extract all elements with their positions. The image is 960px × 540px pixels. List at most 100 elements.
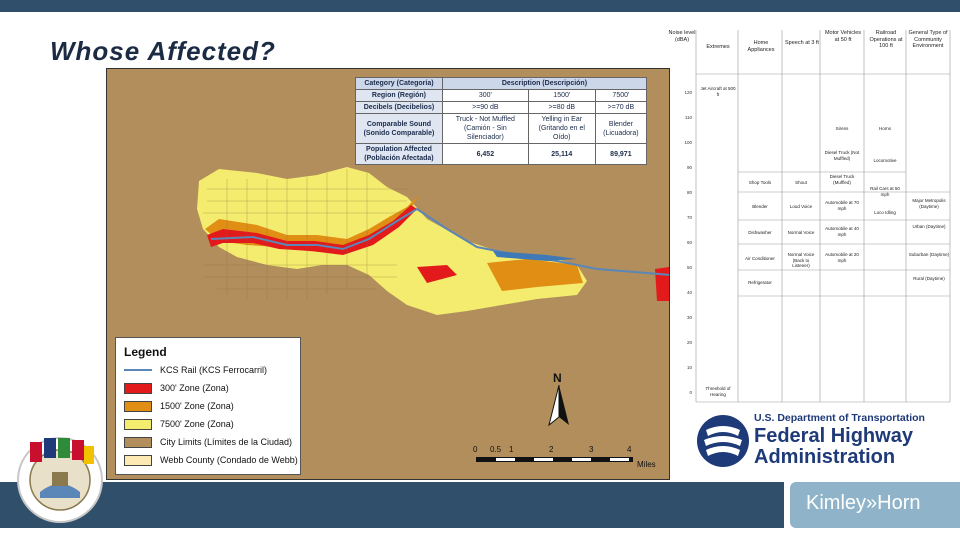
noise-entry: Normal Voice (Back to Listener) [787, 252, 815, 268]
table-cell: Blender (Licuadora) [594, 113, 648, 144]
footer-bar [0, 482, 784, 528]
table-cell: 6,452 [441, 143, 529, 165]
noise-entry: Diesel Truck (Not Muffled) [824, 150, 860, 161]
legend-label: 1500' Zone (Zona) [160, 401, 234, 411]
city-seal-icon [17, 437, 103, 523]
dot-logo-line3: Administration [754, 446, 896, 468]
noise-zone-map: Category (Categoría) Description (Descri… [106, 68, 670, 480]
noise-entry: Refrigerator [748, 280, 772, 285]
noise-category-table: Category (Categoría) Description (Descri… [355, 77, 648, 165]
dot-logo-line2: Federal Highway [754, 425, 913, 447]
dot-emblem-icon [697, 415, 749, 467]
noise-entry: Dishwasher [748, 230, 772, 235]
noise-entry: Diesel Truck (Muffled) [829, 174, 855, 185]
legend-swatch [124, 418, 152, 430]
noise-entry: Loco Idling [874, 210, 896, 215]
y-tick: 30 [686, 315, 692, 320]
table-header-category: Category (Categoría) [355, 77, 443, 90]
row-label: Comparable Sound (Sonido Comparable) [355, 113, 443, 144]
north-arrow-icon [548, 385, 569, 427]
noise-entry: Shout [795, 180, 807, 185]
noise-header: Railroad Operations at 100 ft [869, 30, 903, 49]
table-cell: 300' [441, 89, 529, 102]
noise-header: Noise level (dBA) [668, 30, 696, 43]
table-cell: Truck - Not Muffled (Camión - Sin Silenc… [441, 113, 529, 144]
legend-label: Webb County (Condado de Webb) [160, 455, 298, 465]
noise-entry: Shop Tools [748, 180, 772, 185]
legend-item: City Limits (Límites de la Ciudad) [124, 436, 292, 448]
legend-label: KCS Rail (KCS Ferrocarril) [160, 365, 268, 375]
scale-tick: 2 [549, 445, 554, 454]
noise-header: Extremes [706, 44, 730, 50]
map-legend: Legend KCS Rail (KCS Ferrocarril) 300' Z… [115, 337, 301, 475]
table-cell: >=70 dB [594, 101, 648, 114]
y-tick: 20 [686, 340, 692, 345]
table-row: Comparable Sound (Sonido Comparable) Tru… [355, 113, 648, 144]
table-cell: >=80 dB [527, 101, 596, 114]
legend-item: KCS Rail (KCS Ferrocarril) [124, 364, 267, 376]
legend-label: 300' Zone (Zona) [160, 383, 229, 393]
kimley-horn-logo: Kimley»Horn [806, 492, 921, 514]
y-tick: 100 [684, 140, 692, 145]
row-label: Decibels (Decibelios) [355, 101, 443, 114]
y-tick: 50 [686, 265, 692, 270]
noise-entry: Rural (Daytime) [913, 276, 945, 281]
legend-item: 1500' Zone (Zona) [124, 400, 234, 412]
scale-tick: 1 [509, 445, 514, 454]
scale-tick: 4 [627, 445, 632, 454]
legend-label: 7500' Zone (Zona) [160, 419, 234, 429]
noise-entry: Air Conditioner [745, 256, 775, 261]
noise-entry: Automobile at 70 mph [825, 200, 859, 211]
table-cell: Yelling in Ear (Gritando en el Oído) [527, 113, 596, 144]
y-tick: 70 [686, 215, 692, 220]
noise-entry: Horns [878, 126, 891, 131]
map-scale-bar: 0 0.5 1 2 3 4 Miles [473, 441, 663, 471]
noise-entry: Automobile at 20 mph [825, 252, 859, 263]
table-cell: 25,114 [527, 143, 596, 165]
noise-entry: Automobile at 40 mph [825, 226, 859, 237]
y-tick: 80 [686, 190, 692, 195]
scale-tick: 0 [473, 445, 478, 454]
noise-header: Home Appliances [747, 40, 775, 53]
noise-header: General Type of Community Environment [908, 30, 948, 49]
y-tick: 110 [684, 115, 692, 120]
noise-entry: Sirens [835, 126, 849, 131]
noise-header: Speech at 3 ft [785, 40, 819, 46]
fhwa-logo: U.S. Department of Transportation Federa… [696, 412, 956, 474]
north-label: N [553, 371, 562, 385]
noise-entry: Jet Aircraft at 500 ft [700, 86, 736, 97]
table-header-description: Description (Descripción) [441, 77, 648, 90]
legend-swatch [124, 436, 152, 448]
y-tick: 40 [686, 290, 692, 295]
noise-entry: Locomotive [873, 158, 897, 163]
noise-entry: Major Metropolis (Daytime) [912, 198, 946, 209]
table-row: Region (Región) 300' 1500' 7500' [355, 89, 648, 102]
legend-label: City Limits (Límites de la Ciudad) [160, 437, 293, 447]
table-row: Decibels (Decibelios) >=90 dB >=80 dB >=… [355, 101, 648, 114]
noise-entry: Rail Cars at 50 mph [870, 186, 900, 197]
table-cell: 89,971 [594, 143, 648, 165]
noise-entry: Blender [752, 204, 768, 209]
legend-item: Webb County (Condado de Webb) [124, 454, 298, 466]
noise-entry: Suburban (Daytime) [908, 252, 950, 257]
legend-item: 7500' Zone (Zona) [124, 418, 234, 430]
noise-entry: Normal Voice [787, 230, 815, 235]
y-tick: 90 [686, 165, 692, 170]
legend-swatch [124, 400, 152, 412]
table-row: Population Affected (Población Afectada)… [355, 143, 648, 165]
slide-title: Whose Affected? [50, 36, 276, 66]
top-banner-bar [0, 0, 960, 12]
noise-entry: Loud Voice [789, 204, 813, 209]
y-tick: 60 [686, 240, 692, 245]
legend-swatch [124, 454, 152, 466]
scale-tick: 3 [589, 445, 594, 454]
north-arrow: N [547, 371, 571, 427]
dot-logo-line1: U.S. Department of Transportation [754, 412, 925, 424]
y-tick: 120 [684, 90, 692, 95]
table-cell: 1500' [527, 89, 596, 102]
noise-level-chart: Noise level (dBA) Extremes Home Applianc… [668, 30, 952, 406]
legend-title: Legend [124, 345, 167, 359]
row-label: Population Affected (Población Afectada) [355, 143, 443, 165]
legend-swatch [124, 382, 152, 394]
scale-bar-graphic [476, 457, 633, 462]
